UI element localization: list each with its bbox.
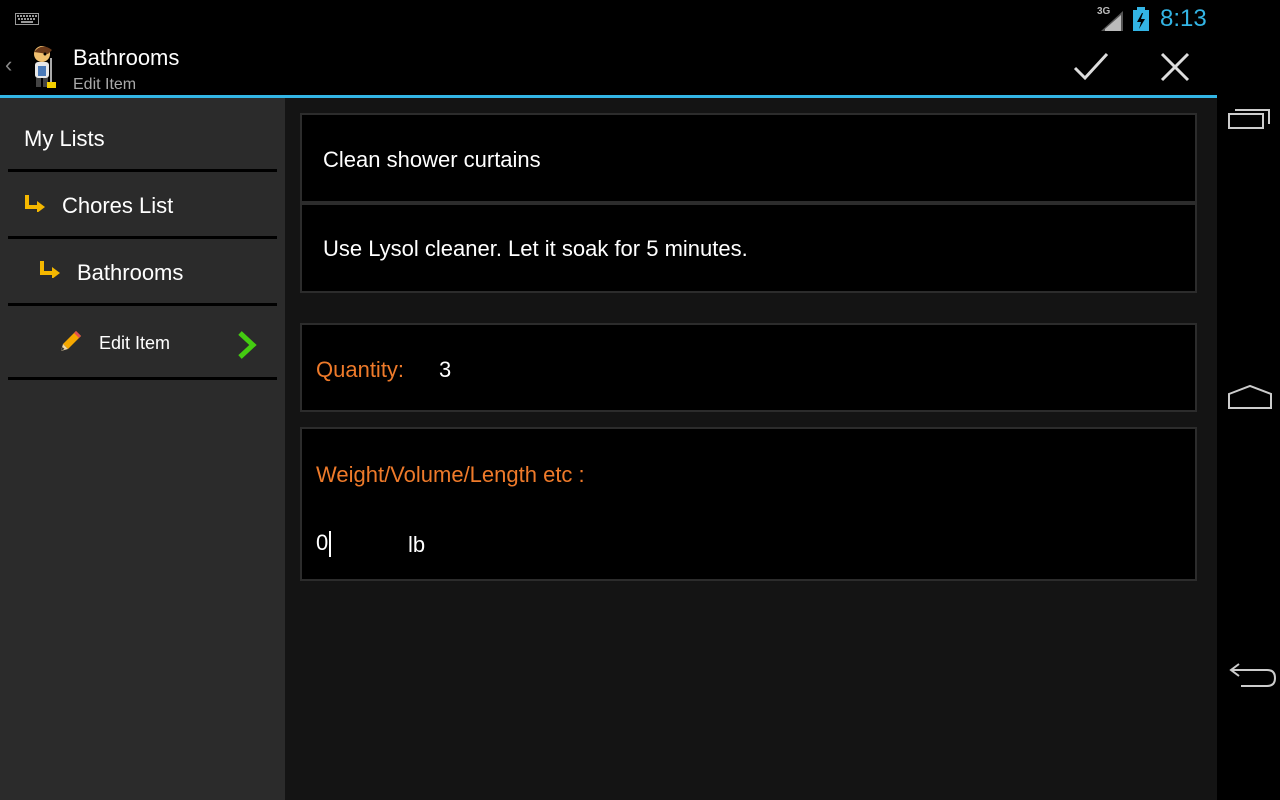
up-caret-icon[interactable]: ‹ xyxy=(5,52,12,78)
sidebar-item-label: My Lists xyxy=(24,126,105,151)
weight-card: Weight/Volume/Length etc : 0 lb xyxy=(300,427,1197,581)
system-navigation-bar xyxy=(1217,0,1280,800)
app-logo-icon[interactable] xyxy=(24,44,60,90)
battery-icon xyxy=(1133,7,1149,31)
quantity-card: Quantity: 3 xyxy=(300,323,1197,412)
weight-unit-selector[interactable]: lb xyxy=(408,532,425,558)
quantity-label: Quantity: xyxy=(316,357,405,382)
clock: 8:13 xyxy=(1160,5,1207,32)
text-cursor xyxy=(329,531,332,558)
sidebar-item-label: Chores List xyxy=(62,193,174,218)
sidebar-item-edit-item[interactable]: Edit Item xyxy=(8,306,277,378)
home-icon[interactable] xyxy=(1227,384,1273,412)
weight-value: 0 xyxy=(316,530,329,555)
item-name-value: Clean shower curtains xyxy=(323,147,541,172)
signal-icon: 3G xyxy=(1097,6,1125,32)
sidebar-item-my-lists[interactable]: My Lists xyxy=(8,98,277,170)
folder-arrow-icon xyxy=(40,261,60,278)
close-icon xyxy=(1160,52,1190,82)
folder-arrow-icon xyxy=(25,195,45,212)
keyboard-icon xyxy=(15,13,39,25)
cancel-button[interactable] xyxy=(1152,48,1198,88)
item-name-field[interactable]: Clean shower curtains xyxy=(300,113,1197,203)
sidebar-item-label: Edit Item xyxy=(99,333,171,353)
pencil-icon xyxy=(61,331,81,351)
action-bar-subtitle: Edit Item xyxy=(73,76,137,93)
back-icon[interactable] xyxy=(1227,662,1277,692)
edit-item-form: Clean shower curtains Use Lysol cleaner.… xyxy=(285,98,1217,800)
recent-apps-icon[interactable] xyxy=(1227,104,1273,132)
divider xyxy=(8,377,277,380)
weight-label: Weight/Volume/Length etc : xyxy=(316,462,585,487)
sidebar-item-label: Bathrooms xyxy=(77,260,184,285)
checkmark-icon xyxy=(1073,52,1109,81)
weight-field[interactable]: 0 xyxy=(316,530,332,558)
status-bar: 3G 8:13 xyxy=(0,0,1217,38)
item-notes-value: Use Lysol cleaner. Let it soak for 5 min… xyxy=(323,236,748,261)
quantity-field[interactable]: 3 xyxy=(439,357,451,383)
sidebar-item-chores-list[interactable]: Chores List xyxy=(8,172,277,236)
item-notes-field[interactable]: Use Lysol cleaner. Let it soak for 5 min… xyxy=(300,203,1197,293)
action-bar-title: Bathrooms xyxy=(73,45,180,70)
action-bar: ‹ Bathrooms Edit Item xyxy=(0,38,1217,96)
sidebar: My Lists Chores List Bathrooms Edit Item xyxy=(0,98,285,800)
chevron-right-icon xyxy=(238,331,257,359)
save-button[interactable] xyxy=(1067,48,1115,88)
sidebar-item-bathrooms[interactable]: Bathrooms xyxy=(8,239,277,303)
